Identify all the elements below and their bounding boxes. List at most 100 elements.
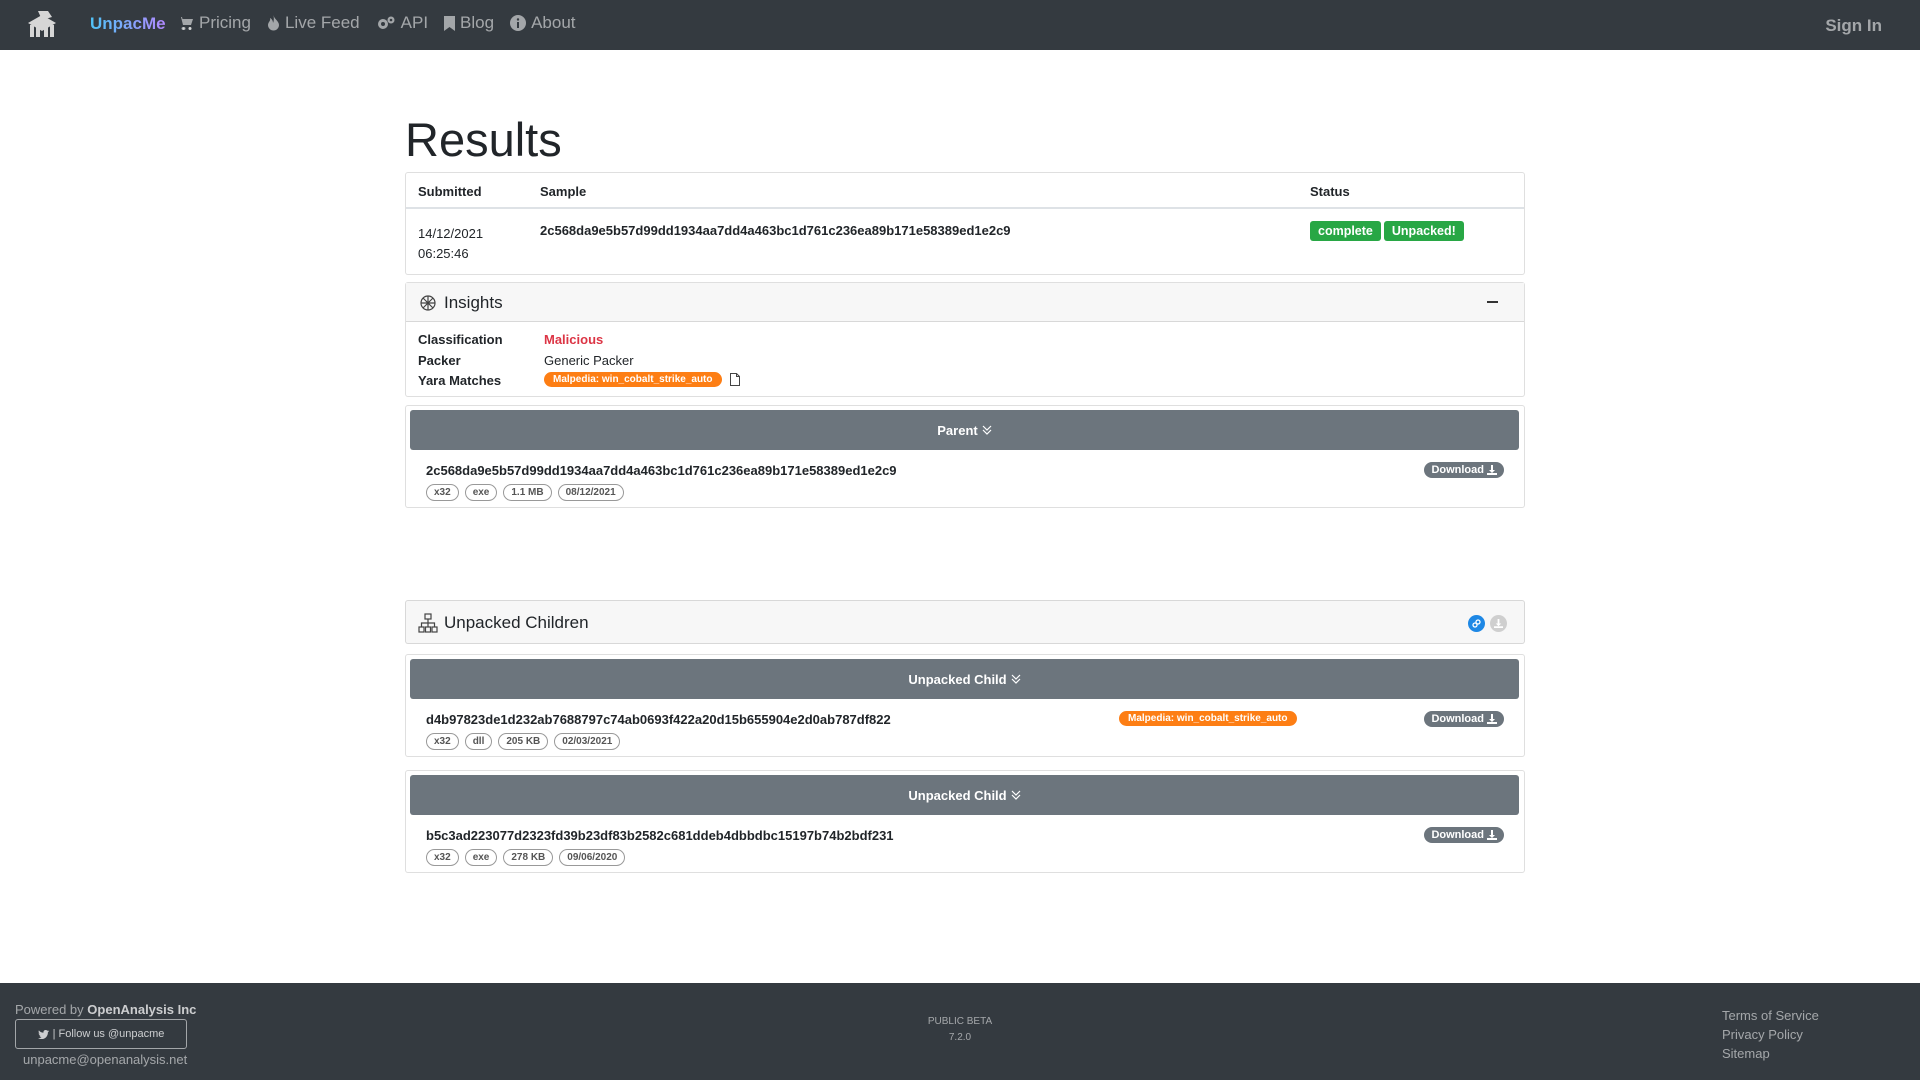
child-card: Unpacked Child d4b97823de1d232ab7688797c… — [405, 654, 1525, 757]
nav-blog-label: Blog — [460, 13, 495, 32]
download-label: Download — [1431, 829, 1484, 841]
child-tags: x32 exe 278 KB 09/06/2020 — [426, 849, 626, 866]
status-badge-unpacked: Unpacked! — [1383, 221, 1464, 241]
child-tags: x32 dll 205 KB 02/03/2021 — [426, 733, 621, 750]
footer: Powered by OpenAnalysis Inc | Follow us … — [0, 983, 1920, 1080]
nav-about-label: About — [531, 13, 576, 32]
parent-download-button[interactable]: Download — [1424, 462, 1504, 478]
parent-hash[interactable]: 2c568da9e5b57d99dd1934aa7dd4a463bc1d761c… — [426, 463, 897, 478]
nav-links: Pricing Live Feed API Blog About — [178, 13, 576, 33]
children-title: Unpacked Children — [444, 613, 589, 632]
collapse-insights-icon[interactable] — [1487, 301, 1498, 303]
sample-hash[interactable]: 2c568da9e5b57d99dd1934aa7dd4a463bc1d761c… — [540, 223, 1011, 238]
parent-tags: x32 exe 1.1 MB 08/12/2021 — [426, 484, 624, 501]
tag-arch: x32 — [426, 484, 459, 501]
submitted-date: 14/12/2021 — [418, 226, 484, 241]
download-all-icon[interactable] — [1490, 615, 1507, 632]
child-hash[interactable]: b5c3ad223077d2323fd39b23df83b2582c681dde… — [426, 828, 894, 843]
brand-link[interactable]: UnpacMe — [90, 14, 166, 34]
cart-icon — [178, 16, 193, 30]
parent-card: Parent 2c568da9e5b57d99dd1934aa7dd4a463b… — [405, 405, 1525, 508]
beta-label: PUBLIC BETA — [927, 1016, 993, 1027]
submitted-time: 06:25:46 — [418, 246, 469, 261]
follow-twitter-button[interactable]: | Follow us @unpacme — [15, 1019, 187, 1049]
sitemap-link[interactable]: Sitemap — [1722, 1044, 1819, 1063]
nav-live-feed-label: Live Feed — [284, 13, 360, 32]
download-icon — [1487, 465, 1497, 475]
brain-icon — [420, 295, 436, 311]
child-download-button[interactable]: Download — [1424, 827, 1504, 843]
file-icon[interactable] — [729, 373, 740, 386]
nav-pricing-label: Pricing — [199, 13, 251, 32]
twitter-icon — [37, 1029, 49, 1039]
download-label: Download — [1431, 464, 1484, 476]
footer-links: Terms of Service Privacy Policy Sitemap — [1722, 1006, 1819, 1063]
packer-value: Generic Packer — [544, 353, 634, 368]
status-cell: complete Unpacked! — [1310, 221, 1467, 241]
classification-label: Classification — [418, 332, 503, 347]
insights-header: Insights — [406, 283, 1524, 322]
page-title: Results — [405, 113, 562, 166]
sample-header: Sample — [540, 184, 587, 199]
status-badge-complete: complete — [1310, 221, 1381, 241]
terms-link[interactable]: Terms of Service — [1722, 1006, 1819, 1025]
child-bar[interactable]: Unpacked Child — [410, 775, 1519, 815]
tag-size: 278 KB — [503, 849, 554, 866]
tag-type: exe — [464, 484, 498, 501]
follow-label: | Follow us @unpacme — [52, 1028, 165, 1040]
sitemap-icon — [418, 613, 438, 633]
unpacme-logo-icon[interactable] — [24, 9, 60, 39]
child-hash[interactable]: d4b97823de1d232ab7688797c74ab0693f422a20… — [426, 712, 891, 727]
child-bar-label: Unpacked Child — [908, 787, 1007, 803]
powered-prefix: Powered by — [15, 1002, 84, 1017]
nav-pricing-link[interactable]: Pricing — [178, 13, 251, 33]
yara-label: Yara Matches — [418, 373, 502, 388]
insights-title: Insights — [444, 293, 503, 312]
powered-org-link[interactable]: OpenAnalysis Inc — [87, 1002, 196, 1017]
tag-type: dll — [464, 733, 493, 750]
nav-about-link[interactable]: About — [510, 13, 576, 33]
cogs-icon — [377, 16, 395, 29]
download-label: Download — [1431, 713, 1484, 725]
parent-bar-label: Parent — [937, 422, 978, 438]
child-card: Unpacked Child b5c3ad223077d2323fd39b23d… — [405, 770, 1525, 873]
chevron-double-down-icon — [1011, 790, 1021, 800]
bookmark-icon — [444, 15, 456, 31]
child-download-button[interactable]: Download — [1424, 711, 1504, 727]
download-icon — [1487, 830, 1497, 840]
fire-icon — [267, 15, 279, 31]
nav-blog-link[interactable]: Blog — [444, 13, 494, 33]
tag-size: 205 KB — [498, 733, 549, 750]
info-icon — [510, 15, 527, 31]
nav-api-link[interactable]: API — [376, 13, 428, 33]
nav-api-label: API — [400, 13, 429, 32]
packer-label: Packer — [418, 353, 461, 368]
parent-bar[interactable]: Parent — [410, 410, 1519, 450]
children-header: Unpacked Children — [405, 600, 1525, 644]
tag-date: 09/06/2020 — [559, 849, 626, 866]
submitted-cell: 14/12/2021 06:25:46 — [418, 224, 483, 264]
child-bar[interactable]: Unpacked Child — [410, 659, 1519, 699]
contact-email[interactable]: unpacme@openanalysis.net — [23, 1052, 187, 1067]
yara-value: Malpedia: win_cobalt_strike_auto — [544, 372, 740, 387]
yara-match-badge[interactable]: Malpedia: win_cobalt_strike_auto — [544, 372, 722, 387]
status-header: Status — [1310, 184, 1350, 199]
submitted-header: Submitted — [418, 184, 482, 199]
powered-by: Powered by OpenAnalysis Inc — [15, 1002, 196, 1017]
child-bar-label: Unpacked Child — [908, 671, 1007, 687]
tag-type: exe — [464, 849, 498, 866]
nav-live-feed-link[interactable]: Live Feed — [267, 13, 360, 33]
top-navbar: UnpacMe Pricing Live Feed API Blog About… — [0, 0, 1920, 50]
version-label: 7.2.0 — [948, 1032, 972, 1043]
privacy-link[interactable]: Privacy Policy — [1722, 1025, 1819, 1044]
download-icon — [1487, 714, 1497, 724]
chevron-double-down-icon — [982, 425, 992, 435]
sign-in-link[interactable]: Sign In — [1825, 16, 1882, 36]
link-icon[interactable] — [1468, 615, 1485, 632]
tag-arch: x32 — [426, 849, 459, 866]
child-yara-badge[interactable]: Malpedia: win_cobalt_strike_auto — [1119, 711, 1297, 726]
beta-info: PUBLIC BETA 7.2.0 — [900, 1014, 1020, 1046]
results-table: Submitted Sample Status 14/12/2021 06:25… — [405, 172, 1525, 275]
tag-size: 1.1 MB — [503, 484, 552, 501]
chevron-double-down-icon — [1011, 674, 1021, 684]
